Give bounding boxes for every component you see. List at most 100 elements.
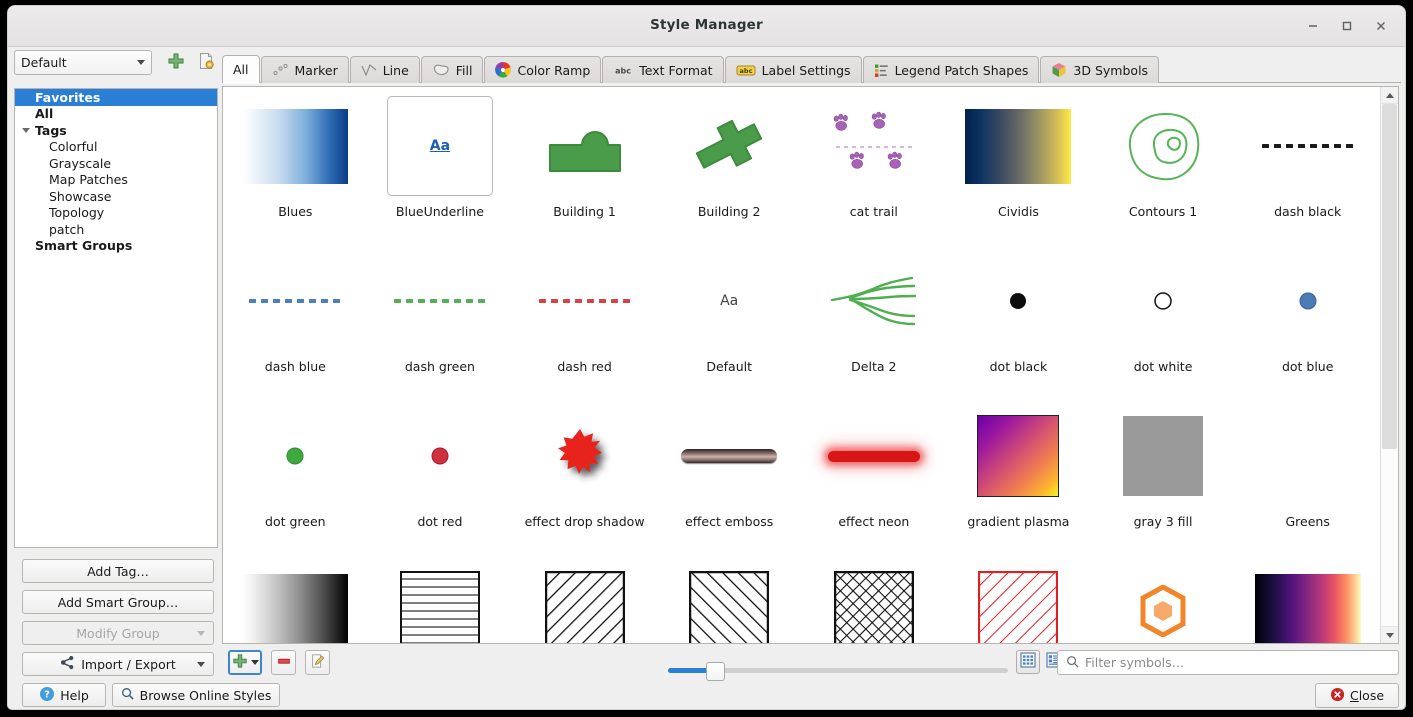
symbol-item[interactable]: dot blue <box>1235 243 1380 398</box>
sidebar-item-smart-groups[interactable]: Smart Groups <box>15 238 217 255</box>
gradient-plasma-icon <box>965 406 1071 506</box>
building-2-icon <box>676 96 782 196</box>
hatch-cross-icon <box>821 561 927 644</box>
symbol-item[interactable] <box>512 553 657 644</box>
symbol-item[interactable]: Delta 2 <box>802 243 947 398</box>
delta-2-icon <box>821 251 927 351</box>
sidebar-item-label: Tags <box>35 123 67 138</box>
symbol-item[interactable]: dash red <box>512 243 657 398</box>
symbol-item[interactable]: Building 2 <box>657 88 802 243</box>
sidebar-item-showcase[interactable]: Showcase <box>15 188 217 205</box>
icon-view-button[interactable] <box>1016 650 1040 674</box>
sidebar-item-label: Grayscale <box>49 156 111 171</box>
symbol-item[interactable]: dot red <box>368 398 513 553</box>
add-tag-button[interactable]: Add Tag… <box>22 559 214 583</box>
sidebar-item-favorites[interactable]: Favorites <box>15 89 217 106</box>
sidebar-item-colorful[interactable]: Colorful <box>15 139 217 156</box>
tab-all[interactable]: All <box>222 55 260 83</box>
sidebar-item-map-patches[interactable]: Map Patches <box>15 172 217 189</box>
symbol-item[interactable] <box>1091 553 1236 644</box>
bottom-bar: Filter symbols… ? Help Browse Online Sty… <box>8 646 1405 709</box>
symbol-item-label: Blues <box>278 204 312 219</box>
add-smart-group-button[interactable]: Add Smart Group… <box>22 590 214 614</box>
symbol-item[interactable]: effect drop shadow <box>512 398 657 553</box>
tab-fill[interactable]: Fill <box>421 56 484 83</box>
tag-tree: FavoritesAllTagsColorfulGrayscaleMap Pat… <box>15 89 217 254</box>
symbol-item[interactable]: gradient plasma <box>946 398 1091 553</box>
symbol-item-label: gradient plasma <box>967 514 1069 529</box>
symbol-item[interactable]: cat trail <box>802 88 947 243</box>
tab-color-ramp[interactable]: Color Ramp <box>484 56 601 83</box>
add-item-button[interactable] <box>228 650 262 675</box>
thumbnail-size-slider[interactable] <box>668 662 1008 678</box>
symbol-item[interactable]: Building 1 <box>512 88 657 243</box>
symbol-item[interactable]: dash black <box>1235 88 1380 243</box>
tab-marker[interactable]: Marker <box>261 56 349 83</box>
tab-line[interactable]: Line <box>350 56 420 83</box>
sidebar-item-tags[interactable]: Tags <box>15 122 217 139</box>
symbol-item[interactable] <box>946 553 1091 644</box>
sidebar-item-grayscale[interactable]: Grayscale <box>15 155 217 172</box>
vertical-scrollbar[interactable] <box>1380 87 1398 643</box>
close-dialog-button[interactable]: Close <box>1315 683 1399 708</box>
symbol-item-label: dot green <box>265 514 326 529</box>
dot-blue-icon <box>1255 251 1361 351</box>
tab-label-settings[interactable]: abc Label Settings <box>725 56 862 83</box>
symbol-item[interactable]: dash blue <box>223 243 368 398</box>
add-tag-label: Add Tag… <box>87 564 149 579</box>
triangle-up-icon <box>1386 93 1394 98</box>
symbol-item-label: effect neon <box>838 514 909 529</box>
help-button[interactable]: ? Help <box>22 683 106 707</box>
tab-text-format[interactable]: abc Text Format <box>602 56 723 83</box>
symbol-item[interactable]: dot white <box>1091 243 1236 398</box>
marker-icon <box>272 63 289 78</box>
maximize-button[interactable] <box>1333 12 1361 40</box>
tag-tree-panel[interactable]: FavoritesAllTagsColorfulGrayscaleMap Pat… <box>14 88 218 548</box>
symbol-item[interactable]: dash green <box>368 243 513 398</box>
style-database-combo[interactable]: Default <box>14 50 152 75</box>
symbol-item-label: Default <box>706 359 752 374</box>
symbol-item[interactable]: Cividis <box>946 88 1091 243</box>
symbol-item[interactable] <box>802 553 947 644</box>
add-style-database-button[interactable] <box>164 51 188 75</box>
scrollbar-thumb[interactable] <box>1382 104 1397 449</box>
scroll-up-button[interactable] <box>1381 87 1398 104</box>
symbol-item[interactable]: Blues <box>223 88 368 243</box>
sidebar-item-label: Showcase <box>49 189 111 204</box>
browse-online-styles-button[interactable]: Browse Online Styles <box>112 683 280 707</box>
edit-item-button[interactable] <box>305 650 330 675</box>
symbol-item-label: effect emboss <box>685 514 773 529</box>
tree-expander-icon[interactable] <box>17 128 35 133</box>
slider-handle[interactable] <box>706 662 725 681</box>
symbol-item[interactable]: Contours 1 <box>1091 88 1236 243</box>
sidebar-item-patch[interactable]: patch <box>15 221 217 238</box>
tab-3d-symbols[interactable]: 3D Symbols <box>1040 56 1159 83</box>
text-format-icon: abc <box>613 64 633 76</box>
tab-legend-patch-shapes[interactable]: Legend Patch Shapes <box>863 56 1040 83</box>
effect-drop-shadow-icon <box>532 406 638 506</box>
sidebar-item-topology[interactable]: Topology <box>15 205 217 222</box>
symbol-item-label: cat trail <box>850 204 898 219</box>
remove-item-button[interactable] <box>271 650 296 675</box>
symbol-item[interactable] <box>657 553 802 644</box>
symbol-item[interactable]: effect neon <box>802 398 947 553</box>
symbol-item[interactable]: gray 3 fill <box>1091 398 1236 553</box>
tab-label: 3D Symbols <box>1073 63 1148 78</box>
scroll-down-button[interactable] <box>1381 626 1398 643</box>
symbol-item[interactable]: Greens <box>1235 398 1380 553</box>
filter-symbols-field[interactable]: Filter symbols… <box>1057 650 1399 675</box>
symbol-item[interactable] <box>223 553 368 644</box>
symbol-item[interactable]: AaBlueUnderline <box>368 88 513 243</box>
symbol-item[interactable]: dot green <box>223 398 368 553</box>
symbol-item[interactable] <box>368 553 513 644</box>
symbol-grid-panel: Blues AaBlueUnderlineBuilding 1 Building … <box>222 86 1399 644</box>
minimize-button[interactable] <box>1299 12 1327 40</box>
symbol-item[interactable]: AaDefault <box>657 243 802 398</box>
save-style-database-button[interactable] <box>194 51 218 75</box>
sidebar-item-label: Favorites <box>35 90 100 105</box>
close-window-button[interactable] <box>1367 12 1395 40</box>
sidebar-item-all[interactable]: All <box>15 106 217 123</box>
symbol-item[interactable] <box>1235 553 1380 644</box>
symbol-item[interactable]: effect emboss <box>657 398 802 553</box>
symbol-item[interactable]: dot black <box>946 243 1091 398</box>
